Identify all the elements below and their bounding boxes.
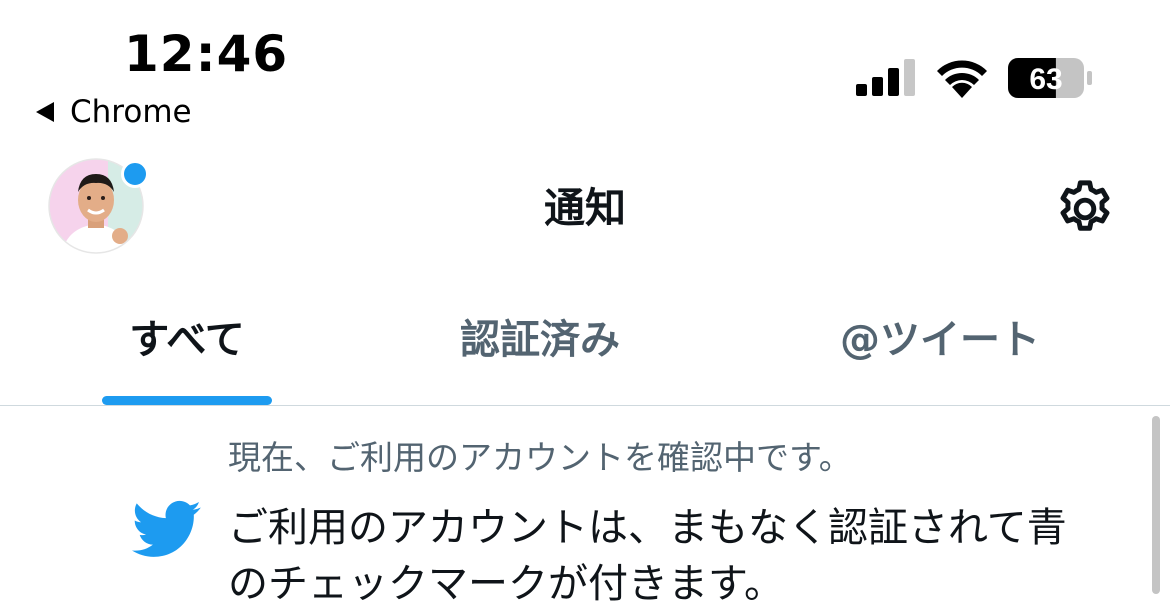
page-title: 通知 [544, 184, 626, 232]
scrollbar[interactable] [1152, 416, 1160, 594]
back-app-label: Chrome [70, 94, 192, 130]
notification-body-line: ご利用のアカウントは、まもなく認証されて青 [228, 505, 1067, 551]
status-time: 12:46 [124, 25, 289, 83]
cellular-signal-icon [856, 59, 915, 96]
active-tab-indicator [102, 396, 272, 405]
notification-subtitle: 現在、ご利用のアカウントを確認中です。 [228, 438, 852, 477]
tab-mentions[interactable]: @ツイート [800, 312, 1080, 368]
battery-indicator: 63 [1008, 58, 1094, 98]
tab-all[interactable]: すべて [92, 312, 282, 368]
wifi-icon [937, 60, 987, 98]
tabs-divider [0, 405, 1170, 406]
notification-body: ご利用のアカウントは、まもなく認証されて青 のチェックマークが付きます。 [228, 500, 1128, 612]
tab-verified[interactable]: 認証済み [430, 312, 650, 368]
back-triangle-icon [36, 102, 54, 122]
twitter-bird-icon [132, 500, 201, 557]
battery-icon: 63 [1008, 58, 1092, 98]
settings-gear-icon[interactable] [1052, 176, 1118, 242]
battery-level-text: 63 [1029, 63, 1062, 96]
back-to-app-button[interactable]: Chrome [36, 92, 192, 132]
notification-body-line: のチェックマークが付きます。 [228, 561, 784, 607]
